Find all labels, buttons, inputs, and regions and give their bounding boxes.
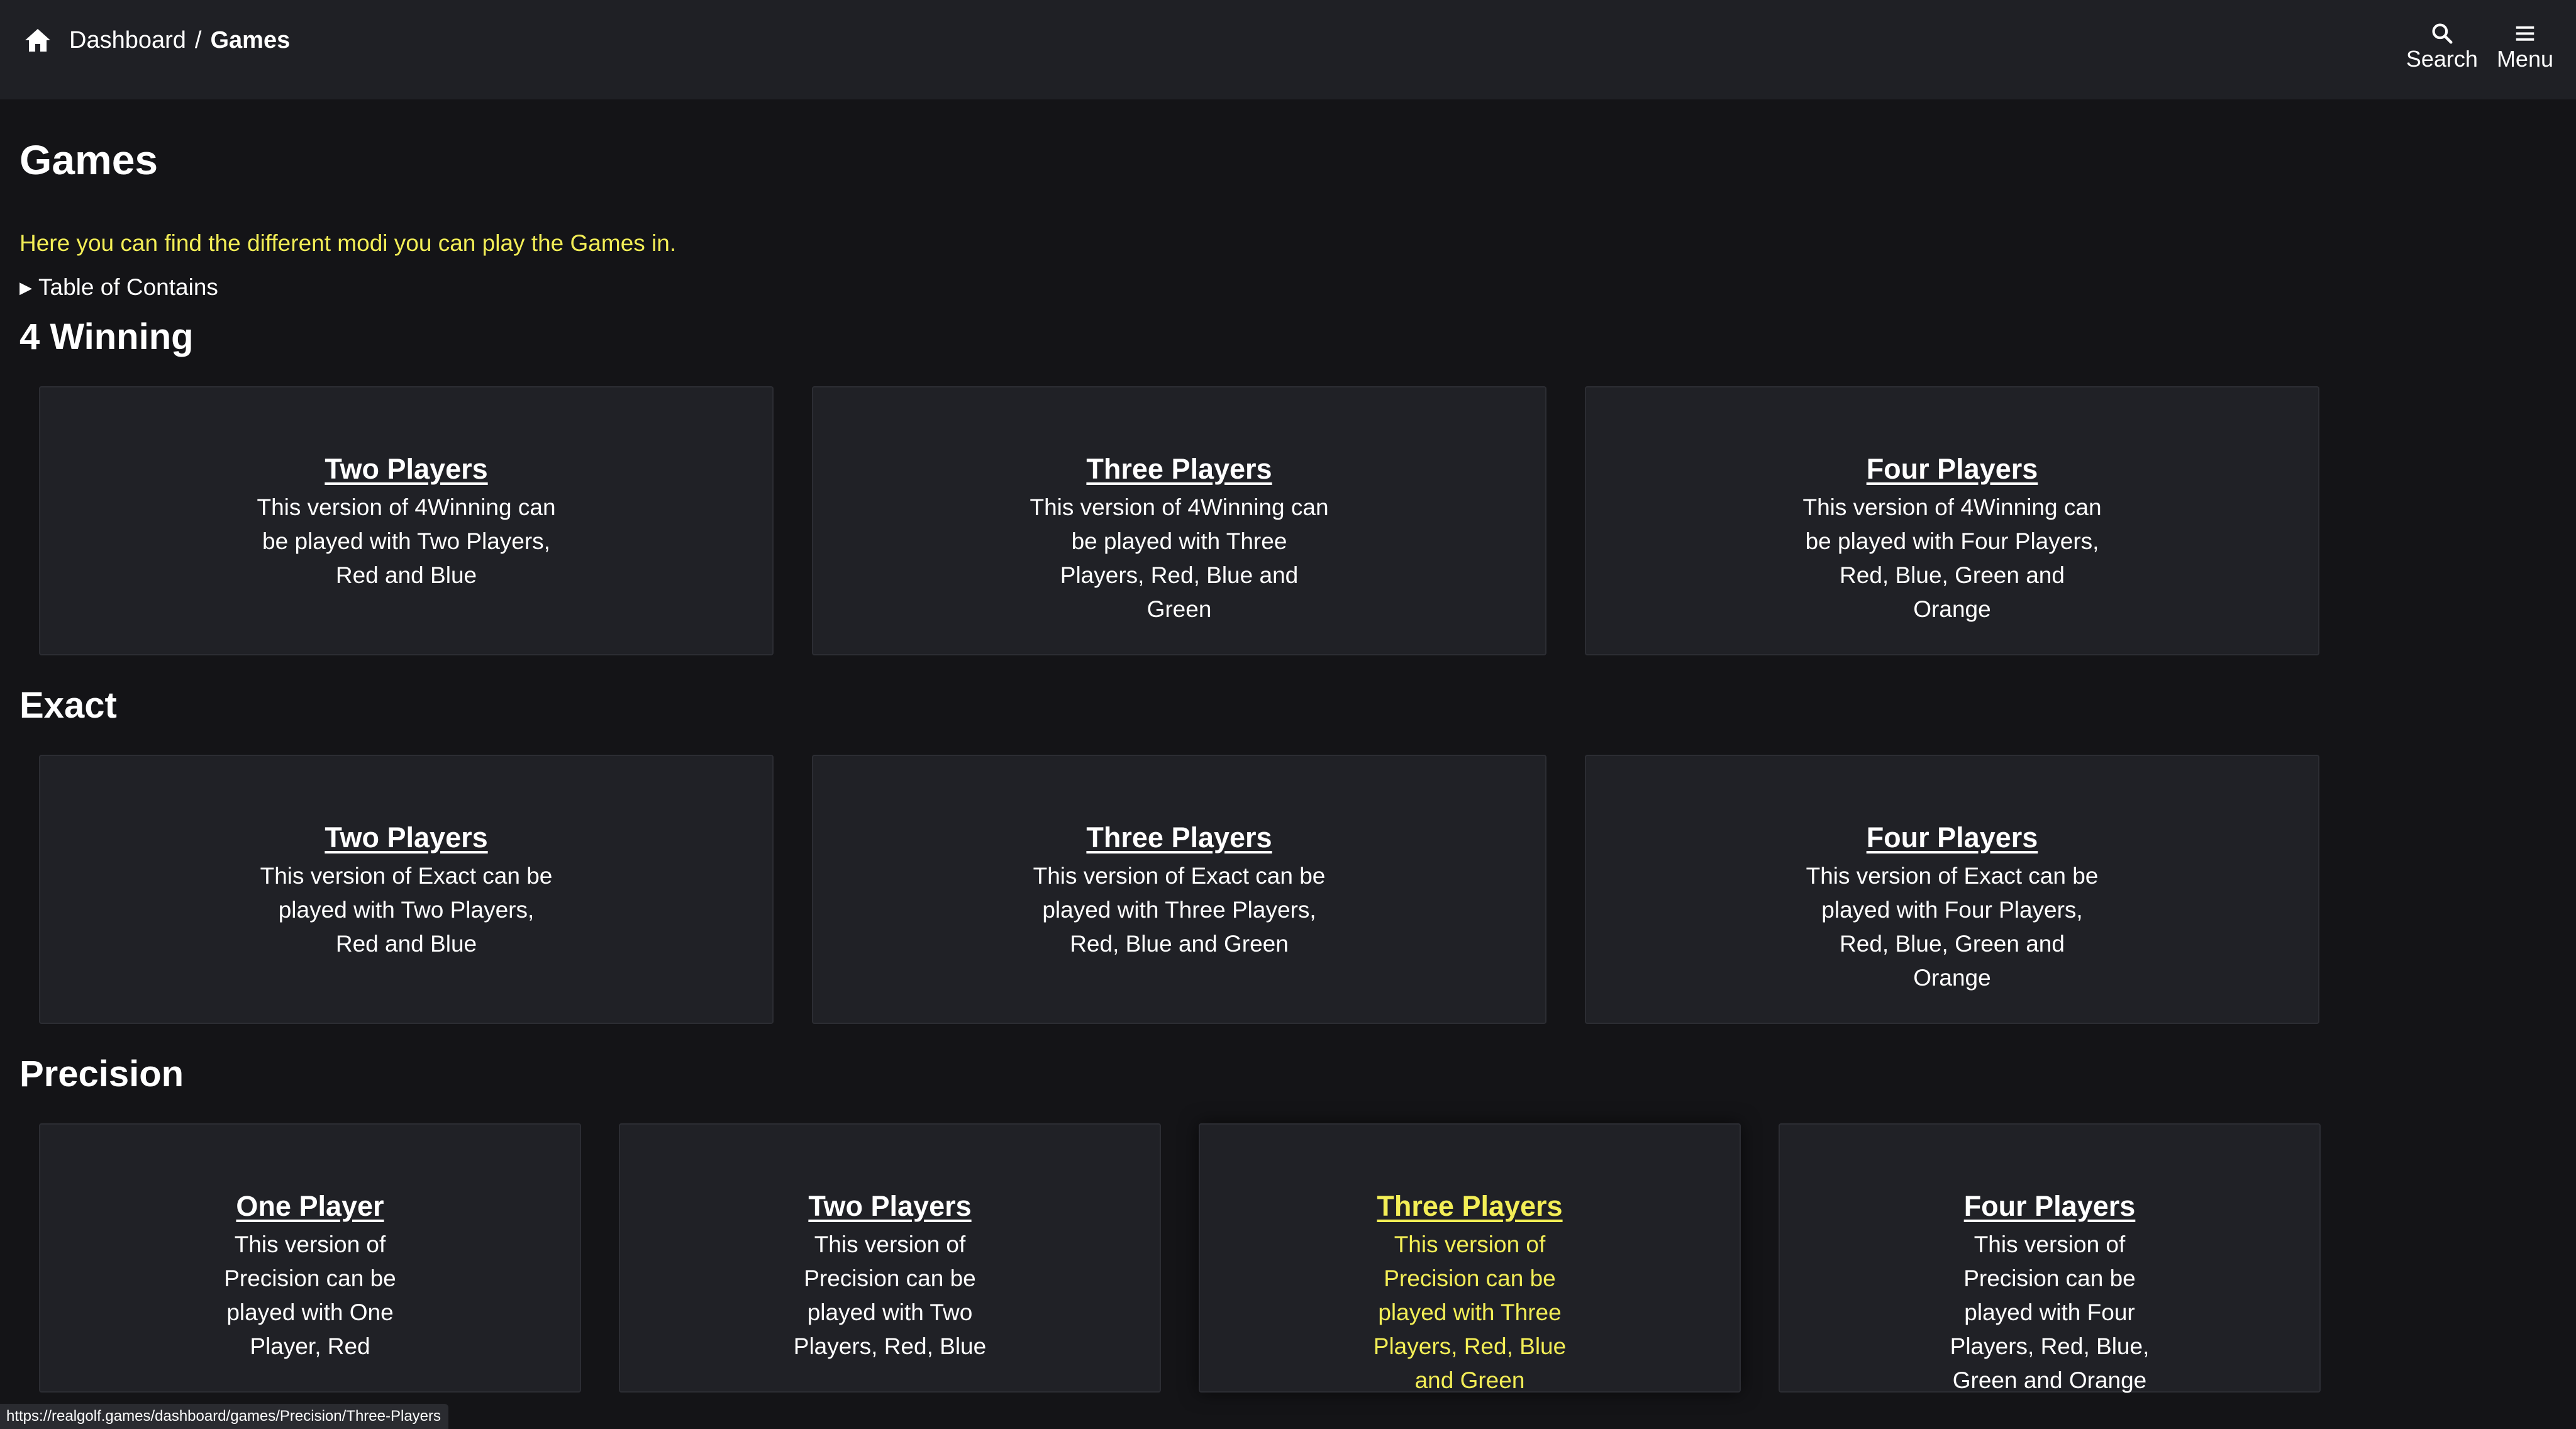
card-description: This version of Exact can be played with… (260, 863, 553, 957)
game-card[interactable]: Four Players This version of Precision c… (1779, 1123, 2321, 1393)
search-button[interactable]: Search (2406, 21, 2478, 72)
card-title-link[interactable]: Two Players (325, 821, 487, 854)
game-card[interactable]: Three Players This version of 4Winning c… (812, 386, 1546, 655)
card-description: This version of 4Winning can be played w… (257, 494, 556, 588)
breadcrumb: Dashboard / Games (23, 23, 290, 58)
game-card-hovered[interactable]: Three Players This version of Precision … (1199, 1123, 1741, 1393)
header-actions: Search Menu (2406, 21, 2553, 72)
game-card[interactable]: Two Players This version of Precision ca… (619, 1123, 1161, 1393)
card-title-link[interactable]: Two Players (808, 1190, 971, 1223)
search-icon (2432, 23, 2453, 44)
card-title-link[interactable]: Four Players (1867, 821, 2038, 854)
toc-label: Table of Contains (38, 274, 218, 300)
card-title-link[interactable]: Four Players (1867, 453, 2038, 486)
card-title-link[interactable]: Four Players (1964, 1190, 2136, 1223)
section-title-4-winning: 4 Winning (19, 316, 194, 357)
menu-button[interactable]: Menu (2497, 21, 2553, 72)
card-title-link[interactable]: Three Players (1086, 453, 1272, 486)
status-bar-url: https://realgolf.games/dashboard/games/P… (0, 1404, 449, 1429)
card-description: This version of Precision can be played … (793, 1232, 987, 1359)
game-card[interactable]: Three Players This version of Exact can … (812, 755, 1546, 1024)
card-description: This version of Exact can be played with… (1033, 863, 1326, 957)
breadcrumb-dashboard-link[interactable]: Dashboard (69, 27, 186, 54)
section-title-precision: Precision (19, 1054, 184, 1094)
card-description: This version of Precision can be played … (1950, 1232, 2150, 1393)
game-card[interactable]: Two Players This version of 4Winning can… (39, 386, 774, 655)
card-row-exact: Two Players This version of Exact can be… (39, 755, 2358, 1024)
card-title-link[interactable]: Three Players (1377, 1190, 1562, 1223)
card-title-link[interactable]: Three Players (1086, 821, 1272, 854)
section-title-exact: Exact (19, 685, 117, 726)
card-row-4-winning: Two Players This version of 4Winning can… (39, 386, 2358, 655)
card-row-precision: One Player This version of Precision can… (39, 1123, 2358, 1393)
game-card[interactable]: Four Players This version of Exact can b… (1585, 755, 2319, 1024)
game-card[interactable]: Two Players This version of Exact can be… (39, 755, 774, 1024)
card-description: This version of Exact can be played with… (1806, 863, 2099, 991)
card-title-link[interactable]: Two Players (325, 453, 487, 486)
game-card[interactable]: One Player This version of Precision can… (39, 1123, 581, 1393)
page-title: Games (19, 136, 158, 183)
intro-text: Here you can find the different modi you… (19, 230, 677, 256)
breadcrumb-separator: / (194, 26, 202, 53)
breadcrumb-current: Games (210, 26, 291, 53)
home-icon[interactable] (23, 25, 53, 55)
search-label: Search (2406, 46, 2478, 72)
menu-label: Menu (2496, 46, 2553, 72)
card-title-link[interactable]: One Player (236, 1190, 384, 1223)
card-description: This version of 4Winning can be played w… (1030, 494, 1329, 622)
table-of-contents-toggle[interactable]: ▶ Table of Contains (19, 274, 218, 301)
triangle-right-icon: ▶ (19, 277, 32, 297)
game-card[interactable]: Four Players This version of 4Winning ca… (1585, 386, 2319, 655)
menu-icon (2516, 26, 2534, 41)
card-description: This version of Precision can be played … (224, 1232, 396, 1359)
card-description: This version of 4Winning can be played w… (1802, 494, 2102, 622)
card-description: This version of Precision can be played … (1373, 1232, 1567, 1393)
top-bar: Dashboard / Games Search Menu (0, 0, 2576, 99)
